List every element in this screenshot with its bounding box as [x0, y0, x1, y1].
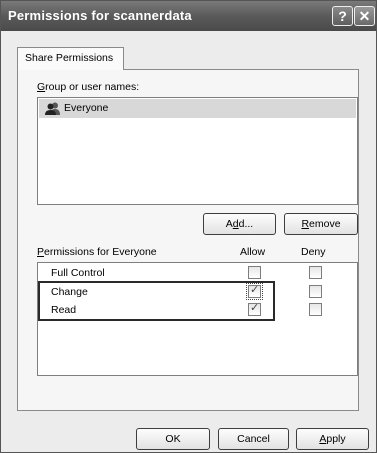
deny-checkbox-full-control[interactable] — [309, 266, 322, 279]
tab-share-permissions[interactable]: Share Permissions — [17, 47, 124, 70]
permission-name: Full Control — [51, 267, 105, 279]
add-button[interactable]: Add... — [203, 213, 276, 235]
list-item-everyone[interactable]: Everyone — [39, 99, 356, 118]
cancel-button[interactable]: Cancel — [218, 428, 289, 450]
allow-column-header: Allow — [240, 246, 266, 258]
permissions-label-rest: ermissions for Everyone — [44, 246, 157, 258]
group-user-list[interactable]: Everyone — [37, 97, 358, 205]
group-names-label-access: G — [37, 81, 46, 93]
window-title: Permissions for scannerdata — [8, 8, 192, 23]
title-bar[interactable]: Permissions for scannerdata ? ✕ — [1, 1, 376, 31]
users-icon — [45, 102, 60, 115]
group-names-label: Group or user names: — [37, 81, 139, 93]
add-button-prefix: A — [225, 218, 233, 230]
permissions-label-access: P — [37, 246, 45, 258]
deny-checkbox-change[interactable] — [309, 285, 322, 298]
allow-checkbox-full-control[interactable] — [248, 266, 261, 279]
permissions-label: Permissions for Everyone — [37, 246, 157, 258]
list-item-label: Everyone — [64, 102, 109, 114]
remove-button[interactable]: Remove — [284, 213, 358, 235]
add-button-rest: d... — [238, 218, 254, 230]
deny-checkbox-read[interactable] — [309, 303, 322, 316]
apply-button[interactable]: Apply — [296, 428, 369, 450]
close-button[interactable]: ✕ — [354, 6, 375, 26]
help-button[interactable]: ? — [332, 6, 353, 26]
remove-button-rest: emove — [309, 218, 341, 230]
apply-button-rest: pply — [326, 433, 346, 445]
highlight-box — [38, 281, 275, 321]
ok-button[interactable]: OK — [136, 428, 210, 450]
group-names-label-rest: roup or user names: — [45, 81, 140, 93]
deny-column-header: Deny — [301, 246, 326, 258]
remove-button-access: R — [301, 218, 310, 230]
